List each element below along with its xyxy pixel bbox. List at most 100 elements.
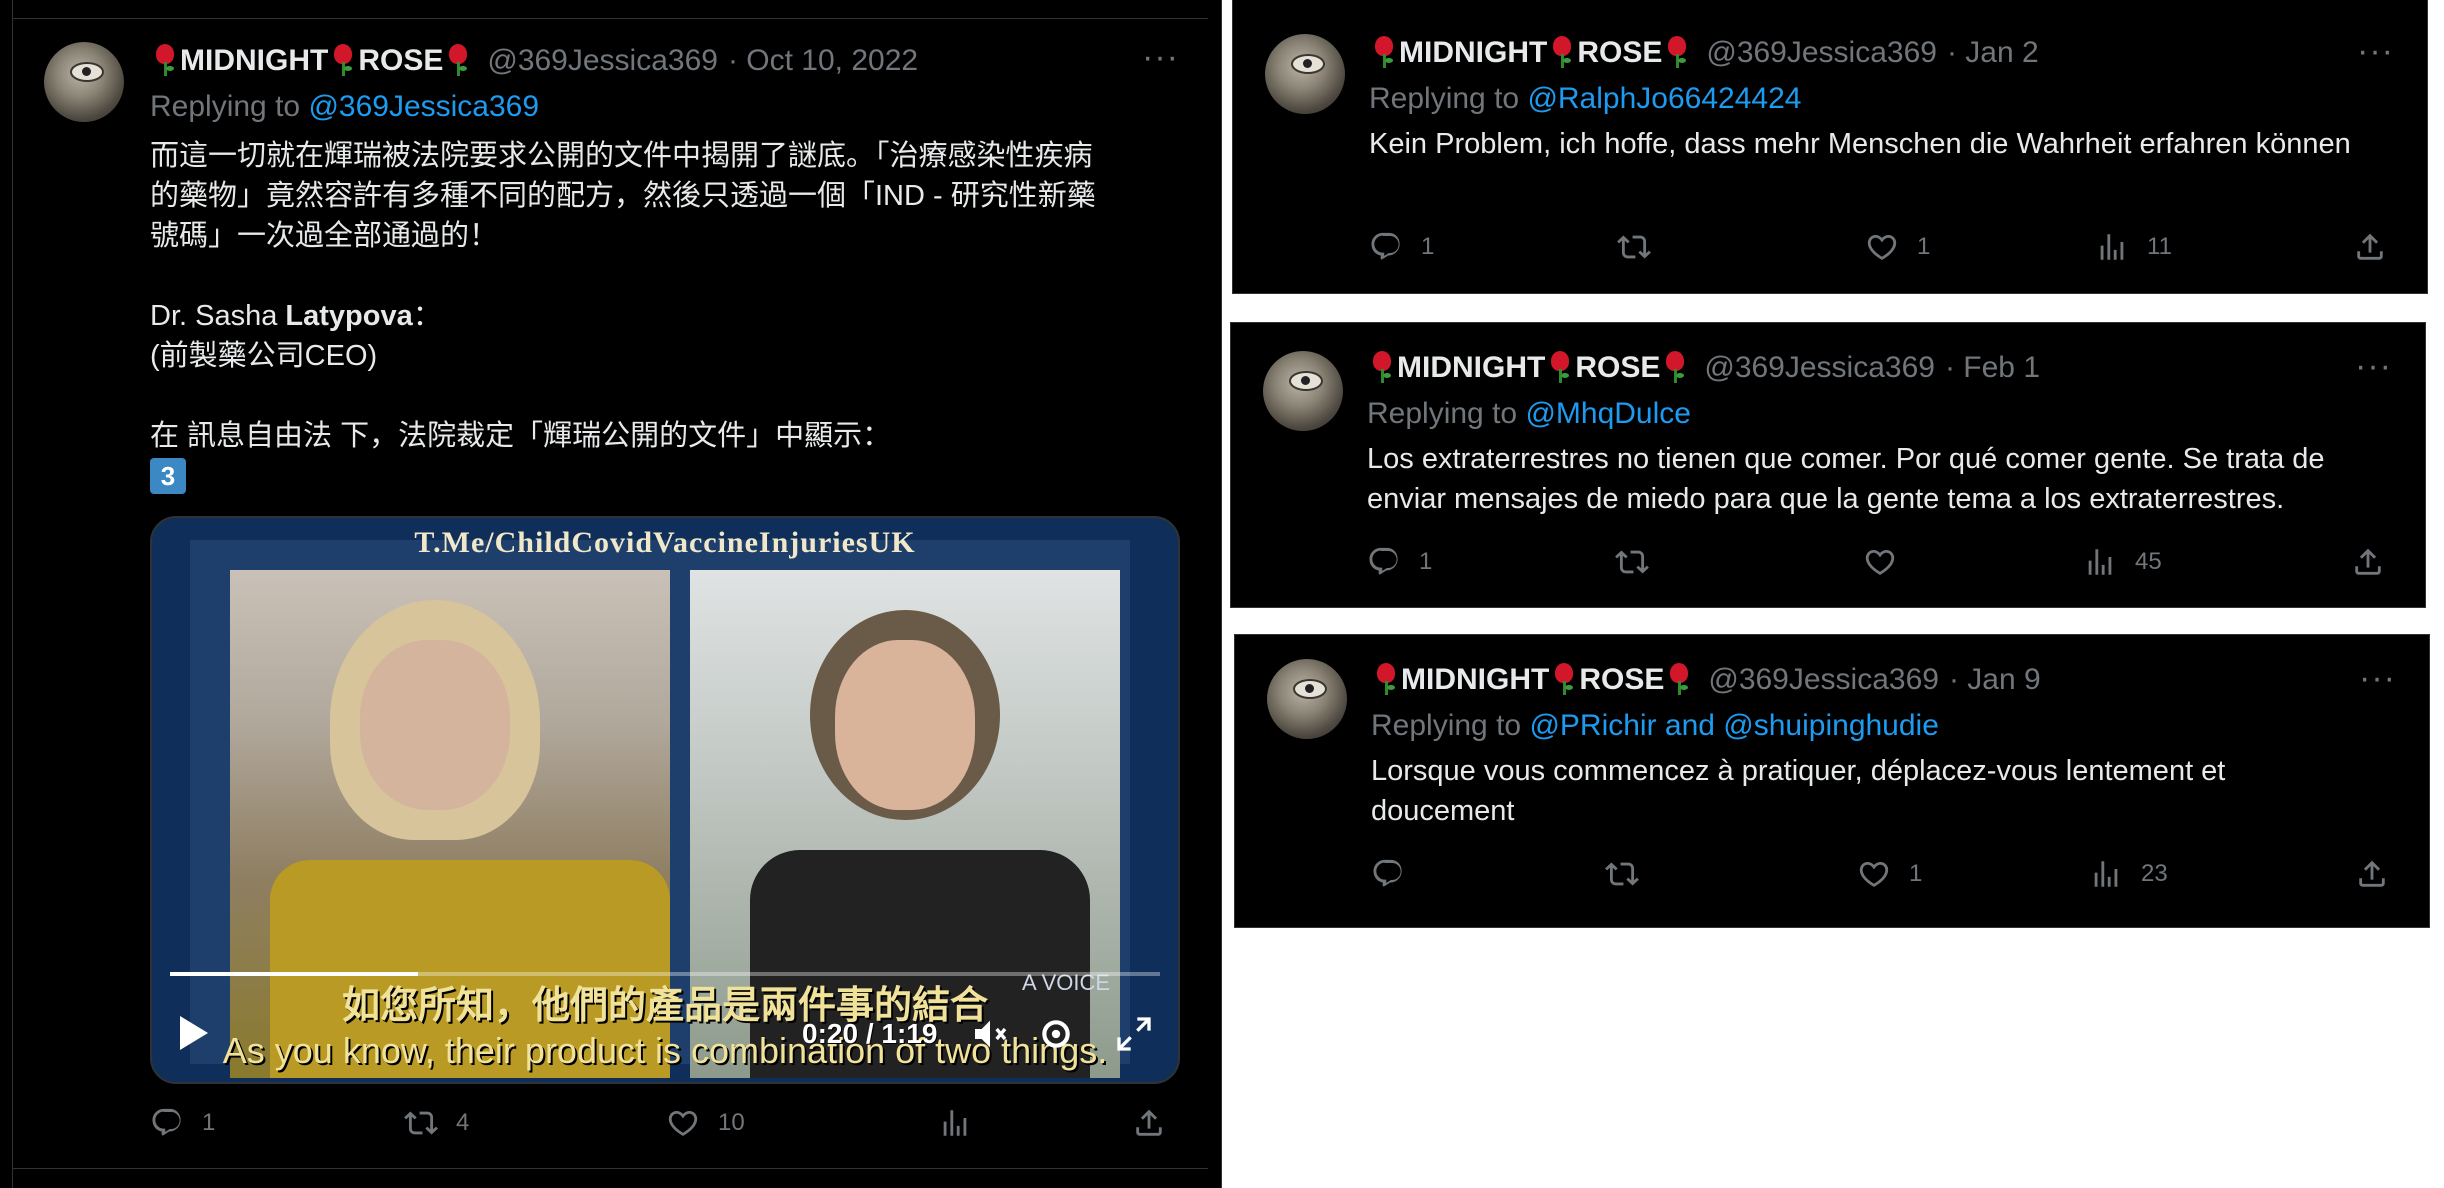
views-button[interactable]: 11 [2095, 230, 2172, 264]
handle[interactable]: @369Jessica369 [1704, 351, 1935, 385]
like-count: 1 [1909, 860, 1923, 887]
tweet-header: MIDNIGHT ROSE @369Jessica369 · Jan 2 [1369, 36, 2039, 70]
body-line: (前製藥公司CEO) [150, 340, 378, 372]
tweet-date[interactable]: · Oct 10, 2022 [728, 44, 918, 78]
like-button[interactable]: 10 [666, 1106, 745, 1140]
like-count: 10 [718, 1109, 745, 1136]
more-icon[interactable]: ··· [2357, 32, 2394, 71]
scrollbar[interactable] [2436, 312, 2441, 622]
like-button[interactable]: 1 [1857, 857, 1922, 891]
tweet-date[interactable]: · Feb 1 [1945, 351, 2040, 385]
more-icon[interactable]: ··· [1142, 38, 1179, 77]
heart-icon [1857, 857, 1891, 891]
tweet-body: Kein Problem, ich hoffe, dass mehr Mensc… [1369, 128, 2351, 160]
retweet-icon [1605, 857, 1639, 891]
retweet-icon [1615, 545, 1649, 579]
avatar[interactable] [1263, 351, 1343, 431]
tweet-header: MIDNIGHT ROSE @369Jessica369 · Feb 1 [1367, 351, 2040, 385]
fullscreen-icon[interactable] [1114, 1014, 1154, 1054]
views-icon [2089, 857, 2123, 891]
reply-tweet[interactable]: MIDNIGHT ROSE @369Jessica369 · Jan 9 ···… [1234, 634, 2430, 928]
replying-prefix: Replying to [150, 90, 309, 123]
reply-tweet[interactable]: MIDNIGHT ROSE @369Jessica369 · Feb 1 ···… [1230, 322, 2426, 608]
keycap-emoji: 3 [150, 458, 186, 494]
avatar[interactable] [1265, 34, 1345, 114]
name-suffix: ： [412, 300, 442, 332]
rose-icon [1553, 663, 1575, 697]
replying-to: Replying to @RalphJo66424424 [1369, 82, 1801, 116]
share-button[interactable] [2353, 230, 2405, 264]
views-count: 45 [2135, 548, 2162, 575]
retweet-count: 4 [456, 1109, 470, 1136]
heart-icon [666, 1106, 700, 1140]
handle[interactable]: @369Jessica369 [487, 44, 718, 78]
reply-tweet[interactable]: MIDNIGHT ROSE @369Jessica369 · Jan 2 ···… [1232, 0, 2428, 294]
tweet-date[interactable]: · Jan 9 [1949, 663, 2041, 697]
heart-icon [1863, 545, 1897, 579]
views-button[interactable]: 45 [2083, 545, 2162, 579]
display-name[interactable]: MIDNIGHT ROSE [1369, 36, 1692, 70]
views-count: 11 [2147, 233, 2172, 260]
avatar[interactable] [44, 42, 124, 122]
like-button[interactable] [1863, 545, 1915, 579]
views-button[interactable]: 23 [2089, 857, 2168, 891]
retweet-button[interactable] [1617, 230, 1669, 264]
reply-count: 1 [1419, 548, 1433, 575]
handle[interactable]: @369Jessica369 [1708, 663, 1939, 697]
rose-icon [1668, 663, 1690, 697]
display-name[interactable]: MIDNIGHT ROSE [1367, 351, 1690, 385]
body-line: 在 訊息自由法 下，法院裁定「輝瑞公開的文件」中顯示： [150, 420, 892, 452]
main-tweet-panel: MIDNIGHT ROSE @369Jessica369 · Oct 10, 2… [0, 0, 1222, 1188]
avatar[interactable] [1267, 659, 1347, 739]
play-icon[interactable] [180, 1016, 208, 1050]
retweet-button[interactable] [1605, 857, 1657, 891]
replying-prefix: Replying to [1371, 709, 1530, 742]
views-count: 23 [2141, 860, 2168, 887]
rose-icon [332, 44, 354, 78]
replying-to-link[interactable]: @MhqDulce [1525, 397, 1691, 430]
handle[interactable]: @369Jessica369 [1706, 36, 1937, 70]
replying-to: Replying to @PRichir and @shuipinghudie [1371, 709, 1939, 743]
body-line: 的藥物」竟然容許有多種不同的配方，然後只透過一個「IND - 研究性新藥 [150, 180, 1096, 212]
retweet-button[interactable] [1615, 545, 1667, 579]
video-watermark: T.Me/ChildCovidVaccineInjuriesUK [414, 526, 916, 559]
video-time: 0:20 / 1:19 [802, 1018, 938, 1049]
reply-button[interactable]: 1 [1369, 230, 1434, 264]
reply-button[interactable]: 1 [1367, 545, 1432, 579]
reply-button[interactable]: 1 [150, 1106, 215, 1140]
more-icon[interactable]: ··· [2359, 659, 2396, 698]
tweet-date[interactable]: · Jan 2 [1947, 36, 2039, 70]
reply-button[interactable] [1371, 857, 1423, 891]
replying-to-link[interactable]: @PRichir and @shuipinghudie [1529, 709, 1938, 742]
display-name[interactable]: MIDNIGHT ROSE [150, 44, 473, 78]
tweet-body: Los extraterrestres no tienen que comer.… [1367, 443, 2325, 515]
reply-count: 1 [202, 1109, 216, 1136]
like-button[interactable]: 1 [1865, 230, 1930, 264]
share-icon [2353, 230, 2387, 264]
share-button[interactable] [1132, 1106, 1184, 1140]
retweet-button[interactable]: 4 [404, 1106, 469, 1140]
settings-icon[interactable] [1036, 1014, 1076, 1054]
reply-icon [1367, 545, 1401, 579]
views-icon [938, 1106, 972, 1140]
mute-icon[interactable] [968, 1014, 1012, 1054]
rose-icon [1666, 36, 1688, 70]
video-player[interactable]: T.Me/ChildCovidVaccineInjuriesUK A VOICE… [150, 516, 1180, 1084]
share-button[interactable] [2351, 545, 2403, 579]
rose-icon [447, 44, 469, 78]
retweet-icon [1617, 230, 1651, 264]
divider [12, 0, 1208, 19]
views-icon [2095, 230, 2129, 264]
divider [12, 0, 13, 1188]
replying-to-link[interactable]: @369Jessica369 [308, 90, 539, 123]
share-button[interactable] [2355, 857, 2407, 891]
more-icon[interactable]: ··· [2355, 347, 2392, 386]
reply-count: 1 [1421, 233, 1435, 260]
name-prefix: Dr. Sasha [150, 300, 286, 332]
rose-icon [1371, 351, 1393, 385]
rose-icon [1551, 36, 1573, 70]
replying-to-link[interactable]: @RalphJo66424424 [1527, 82, 1801, 115]
body-line: 而這一切就在輝瑞被法院要求公開的文件中揭開了謎底。「治療感染性疾病 [150, 140, 1093, 172]
views-button[interactable] [938, 1106, 990, 1140]
display-name[interactable]: MIDNIGHT ROSE [1371, 663, 1694, 697]
